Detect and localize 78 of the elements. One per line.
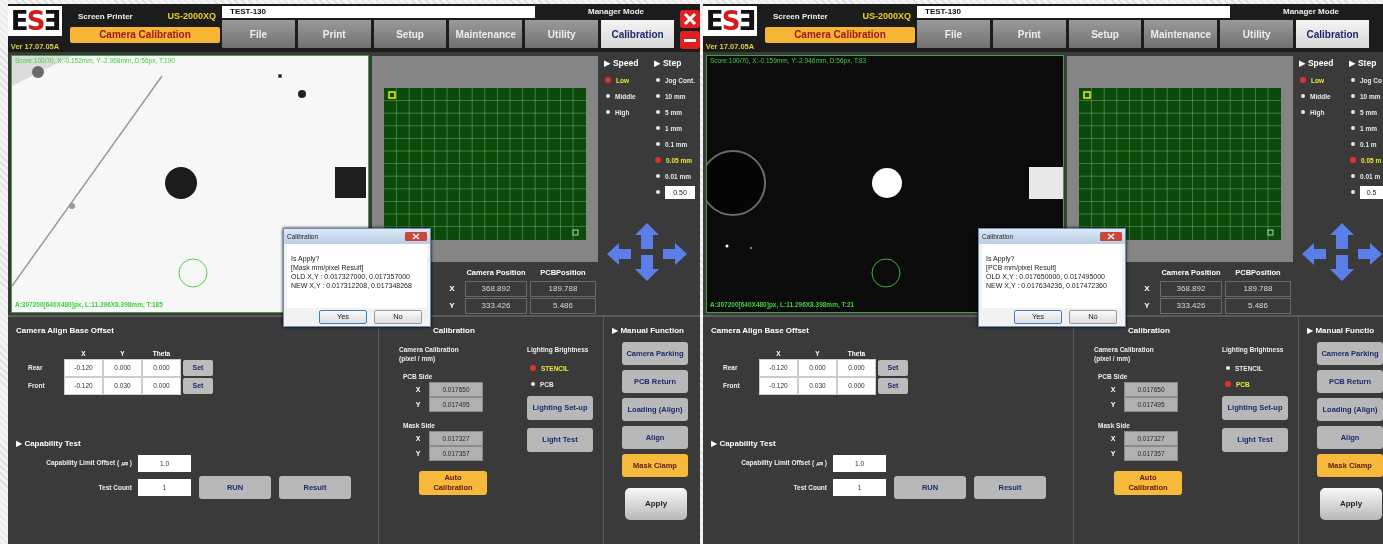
arrow-left-icon[interactable] xyxy=(606,242,632,266)
section-heading: ▶ Manual Functio xyxy=(1307,326,1376,335)
position-value: 333.426 xyxy=(1160,298,1222,314)
section-heading: ▶ Step xyxy=(1349,58,1378,70)
position-value: 333.426 xyxy=(465,298,527,314)
close-button[interactable] xyxy=(680,10,700,28)
radio-button[interactable] xyxy=(656,78,660,82)
apply-button[interactable]: Apply xyxy=(625,488,687,520)
section-heading: ▶ Step xyxy=(654,58,683,70)
radio-button[interactable] xyxy=(1350,157,1356,163)
page-title: Camera Calibration xyxy=(70,27,220,43)
radio-button[interactable] xyxy=(655,157,661,163)
logo: ESƎ xyxy=(703,6,757,36)
arrow-down-icon[interactable] xyxy=(634,254,660,282)
apply-button[interactable]: Apply xyxy=(1320,488,1382,520)
radio-button[interactable] xyxy=(656,126,660,130)
section-heading: ▶ Manual Function xyxy=(612,326,685,335)
model-name: US-2000XQ xyxy=(862,11,911,21)
position-value: 368.892 xyxy=(1160,281,1222,297)
axis-label: Y xyxy=(1143,300,1151,312)
radio-button[interactable] xyxy=(605,77,611,83)
arrow-right-icon[interactable] xyxy=(662,242,688,266)
model-name: US-2000XQ xyxy=(167,11,216,21)
radio-button[interactable] xyxy=(656,190,660,194)
job-name-field: TEST-130 xyxy=(917,6,1230,18)
section-heading: ▶ Capability Test xyxy=(16,439,82,448)
job-name-field: TEST-130 xyxy=(222,6,535,18)
close-button[interactable] xyxy=(1100,232,1122,241)
radio-button[interactable] xyxy=(606,110,610,114)
page-title: Camera Calibration xyxy=(765,27,915,43)
radio-button[interactable] xyxy=(1351,110,1355,114)
radio-button[interactable] xyxy=(656,110,660,114)
mode-label: Manager Mode xyxy=(587,6,645,18)
axis-label: X xyxy=(448,283,456,295)
position-value: 189.788 xyxy=(530,281,596,297)
radio-button[interactable] xyxy=(1351,190,1355,194)
product-name: Screen Printer xyxy=(773,11,828,21)
radio-button[interactable] xyxy=(1301,110,1305,114)
menu-tab[interactable]: Calibration xyxy=(1296,20,1369,48)
close-button[interactable] xyxy=(405,232,427,241)
section-heading: Camera Align Base Offset xyxy=(16,326,115,335)
radio-button[interactable] xyxy=(606,94,610,98)
axis-label: X xyxy=(1143,283,1151,295)
arrow-right-icon[interactable] xyxy=(1357,242,1383,266)
radio-button[interactable] xyxy=(1351,174,1355,178)
radio-button[interactable] xyxy=(656,174,660,178)
minimize-button[interactable] xyxy=(680,31,700,49)
position-value: 5.486 xyxy=(1225,298,1291,314)
axis-label: Y xyxy=(448,300,456,312)
radio-button[interactable] xyxy=(530,365,536,371)
arrow-up-icon[interactable] xyxy=(634,222,660,250)
radio-button[interactable] xyxy=(1351,94,1355,98)
radio-button[interactable] xyxy=(1301,94,1305,98)
section-heading: ▶ Speed xyxy=(1299,58,1335,70)
position-value: 189.788 xyxy=(1225,281,1291,297)
product-name: Screen Printer xyxy=(78,11,133,21)
position-value: 368.892 xyxy=(465,281,527,297)
mode-label: Manager Mode xyxy=(1282,6,1340,18)
position-value: 5.486 xyxy=(530,298,596,314)
menu-tab[interactable]: Calibration xyxy=(601,20,674,48)
radio-button[interactable] xyxy=(531,382,535,386)
radio-button[interactable] xyxy=(1351,126,1355,130)
section-heading: Camera Align Base Offset xyxy=(711,326,810,335)
radio-button[interactable] xyxy=(1300,77,1306,83)
logo: ESƎ xyxy=(8,6,62,36)
radio-button[interactable] xyxy=(656,94,660,98)
section-heading: ▶ Speed xyxy=(604,58,640,70)
arrow-down-icon[interactable] xyxy=(1329,254,1355,282)
arrow-up-icon[interactable] xyxy=(1329,222,1355,250)
section-heading: ▶ Capability Test xyxy=(711,439,777,448)
radio-button[interactable] xyxy=(1351,142,1355,146)
radio-button[interactable] xyxy=(1225,381,1231,387)
arrow-left-icon[interactable] xyxy=(1301,242,1327,266)
radio-button[interactable] xyxy=(656,142,660,146)
section-heading: Calibration xyxy=(1127,326,1171,335)
radio-button[interactable] xyxy=(1226,366,1230,370)
section-heading: Calibration xyxy=(432,326,476,335)
radio-button[interactable] xyxy=(1351,78,1355,82)
